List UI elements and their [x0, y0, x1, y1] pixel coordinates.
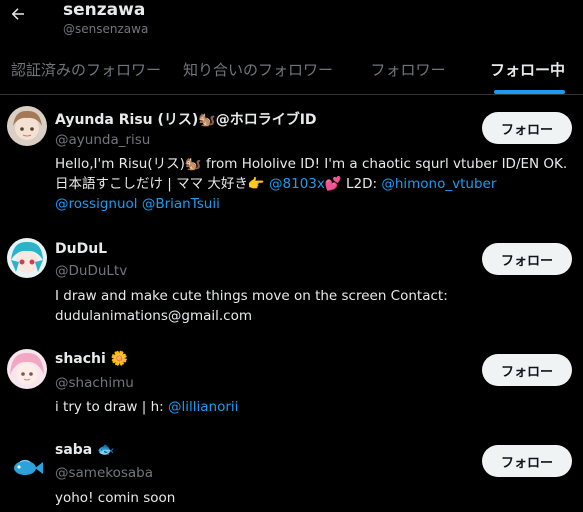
bio-mention-link[interactable]: @rossignuol — [55, 196, 138, 212]
user-cell[interactable]: DuDuL @DuDuLtv I draw and make cute thin… — [0, 228, 583, 332]
user-cell[interactable]: saba 🐟 @samekosaba yoho! comin soon フォロー — [0, 432, 583, 512]
tab-followers[interactable]: フォロワー — [344, 44, 472, 94]
user-bio: yoho! comin soon — [55, 490, 176, 506]
follow-tabs: 認証済みのフォロワー 知り合いのフォロワー フォロワー フォロー中 — [0, 44, 583, 95]
tab-verified-followers[interactable]: 認証済みのフォロワー — [0, 44, 172, 94]
bio-mention-link[interactable]: @BrianTsuii — [142, 196, 220, 212]
follow-button[interactable]: フォロー — [482, 354, 572, 386]
user-display-name[interactable]: Ayunda Risu (リス)🐿️@ホロライブID — [55, 109, 317, 129]
profile-header: senzawa @sensenzawa — [0, 0, 583, 44]
user-cell[interactable]: shachi 🌼 @shachimu i try to draw | h: @l… — [0, 340, 583, 424]
bio-text: i try to draw | h: — [55, 399, 168, 415]
user-bio: Hello,I'm Risu(リス)🐿️ from Hololive ID! I… — [55, 154, 575, 214]
user-cell[interactable]: Ayunda Risu (リス)🐿️@ホロライブID @ayunda_risu … — [0, 96, 583, 220]
user-bio: i try to draw | h: @lillianorii — [55, 397, 575, 417]
user-display-name[interactable]: shachi 🌼 — [55, 351, 128, 367]
user-handle[interactable]: @ayunda_risu — [55, 132, 150, 148]
follow-button[interactable]: フォロー — [482, 112, 572, 144]
bio-mention-link[interactable]: @himono_vtuber — [381, 176, 496, 192]
user-display-name[interactable]: DuDuL — [55, 241, 107, 257]
profile-handle: @sensenzawa — [63, 22, 149, 36]
back-arrow-icon — [11, 8, 24, 20]
user-display-name[interactable]: saba 🐟 — [55, 442, 115, 458]
tab-following[interactable]: フォロー中 — [472, 44, 583, 94]
active-tab-indicator — [494, 90, 565, 94]
avatar[interactable] — [7, 440, 47, 480]
bio-text: 💕 L2D: — [324, 176, 382, 192]
user-handle[interactable]: @samekosaba — [55, 465, 153, 481]
tab-label: フォロワー — [370, 60, 446, 79]
user-bio: I draw and make cute things move on the … — [55, 288, 448, 324]
avatar[interactable] — [7, 349, 47, 389]
follow-button[interactable]: フォロー — [482, 445, 572, 477]
bio-mention-link[interactable]: @8103x — [269, 176, 325, 192]
user-handle[interactable]: @DuDuLtv — [55, 263, 127, 279]
profile-name: senzawa — [63, 0, 146, 20]
back-button[interactable] — [6, 2, 30, 26]
avatar[interactable] — [7, 238, 47, 278]
user-handle[interactable]: @shachimu — [55, 375, 134, 391]
tab-label: フォロー中 — [489, 60, 565, 79]
tab-label: 知り合いのフォロワー — [182, 60, 333, 79]
follow-button[interactable]: フォロー — [482, 243, 572, 275]
bio-mention-link[interactable]: @lillianorii — [168, 399, 238, 415]
tab-known-followers[interactable]: 知り合いのフォロワー — [172, 44, 344, 94]
tab-label: 認証済みのフォロワー — [10, 60, 161, 79]
avatar[interactable] — [7, 106, 47, 146]
